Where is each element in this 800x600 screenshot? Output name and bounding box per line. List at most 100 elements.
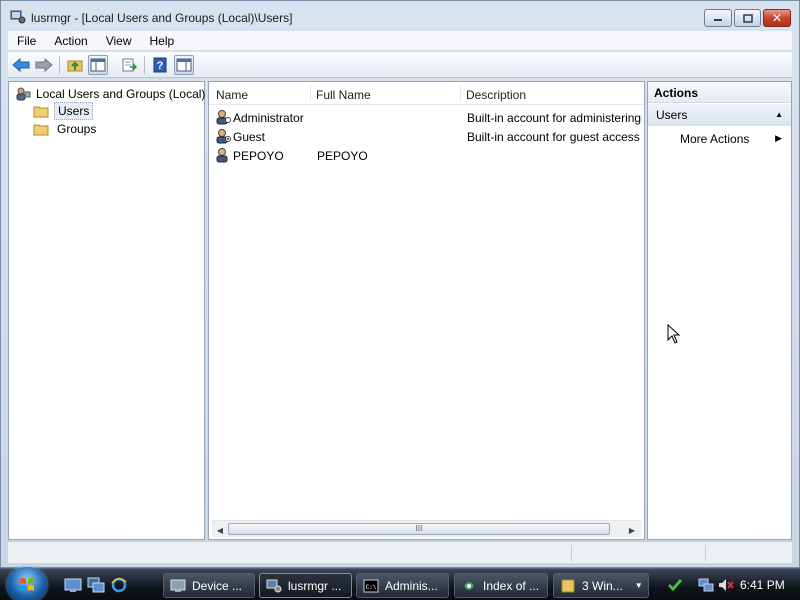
- action-pane-icon: [176, 58, 192, 72]
- column-headers: Name Full Name Description: [209, 82, 644, 105]
- cell-full-name: PEPOYO: [317, 149, 368, 163]
- column-divider[interactable]: [460, 85, 461, 101]
- switch-windows-icon[interactable]: [87, 577, 105, 593]
- network-icon[interactable]: [698, 577, 714, 593]
- horizontal-scrollbar[interactable]: ◀ III ▶: [212, 520, 641, 537]
- menu-help[interactable]: Help: [141, 32, 184, 50]
- computer-management-icon: [266, 579, 282, 592]
- table-row[interactable]: Guest Built-in account for guest access …: [213, 127, 643, 146]
- volume-muted-icon[interactable]: [718, 577, 734, 593]
- task-device-manager[interactable]: Device ...: [163, 573, 255, 598]
- console-tree: Local Users and Groups (Local) Users Gro…: [8, 81, 205, 540]
- status-divider: [571, 545, 572, 561]
- internet-explorer-icon[interactable]: [110, 577, 128, 593]
- browser-page-icon: [464, 581, 474, 590]
- task-button-label: 3 Win...: [582, 578, 623, 593]
- svg-text:C:\: C:\: [366, 584, 377, 591]
- close-button[interactable]: ✕: [763, 9, 791, 27]
- back-arrow-icon: [12, 58, 30, 72]
- tree-item-users[interactable]: Users: [33, 102, 94, 120]
- windows-logo-icon: [20, 578, 34, 591]
- show-hide-action-pane-button[interactable]: [174, 55, 194, 75]
- maximize-button[interactable]: [734, 9, 761, 27]
- more-actions-item[interactable]: More Actions ▶: [680, 132, 790, 150]
- forward-arrow-icon: [35, 58, 53, 72]
- actions-section-users[interactable]: Users ▲: [648, 104, 791, 126]
- export-list-button[interactable]: [119, 55, 139, 75]
- maximize-icon: [742, 13, 753, 23]
- column-header-description[interactable]: Description: [466, 88, 526, 102]
- task-button-label: Index of ...: [483, 578, 540, 593]
- tree-item-groups[interactable]: Groups: [33, 121, 99, 137]
- folder-icon: [33, 106, 49, 118]
- table-row[interactable]: Administrator Built-in account for admin…: [213, 108, 643, 127]
- task-button-label: Device ...: [192, 578, 243, 593]
- toolbar-separator: [144, 56, 145, 74]
- toolbar: ?: [8, 52, 792, 78]
- mouse-pointer-icon: [667, 324, 681, 344]
- computer-management-icon: [10, 10, 26, 24]
- command-prompt-icon: C:\: [363, 579, 379, 592]
- window-title: lusrmgr - [Local Users and Groups (Local…: [31, 11, 293, 25]
- minimize-button[interactable]: [704, 9, 732, 27]
- lusrmgr-window: lusrmgr - [Local Users and Groups (Local…: [0, 0, 800, 568]
- security-check-icon[interactable]: [667, 577, 683, 593]
- cell-name: Administrator: [233, 111, 304, 125]
- up-one-level-button[interactable]: [65, 55, 85, 75]
- help-button[interactable]: ?: [150, 55, 170, 75]
- results-list: Name Full Name Description Administrator…: [208, 81, 645, 540]
- user-account-icon: [216, 129, 231, 144]
- task-administrator-cmd[interactable]: C:\ Adminis...: [356, 573, 449, 598]
- tree-root-label: Local Users and Groups (Local): [36, 87, 206, 101]
- users-groups-icon: [16, 87, 31, 101]
- chevron-down-icon: ▼: [634, 581, 643, 590]
- cell-description: Built-in account for administering: [467, 111, 642, 125]
- column-header-name[interactable]: Name: [216, 88, 248, 102]
- svg-text:?: ?: [157, 60, 164, 72]
- tree-item-label: Groups: [57, 122, 97, 136]
- actions-pane: Actions Users ▲ More Actions ▶: [647, 81, 792, 540]
- task-button-label: lusrmgr ...: [288, 578, 342, 593]
- submenu-arrow-icon: ▶: [775, 133, 782, 143]
- title-bar[interactable]: lusrmgr - [Local Users and Groups (Local…: [1, 1, 799, 31]
- folder-up-icon: [67, 60, 83, 72]
- actions-header: Actions: [648, 82, 791, 103]
- status-bar: [8, 541, 792, 563]
- actions-section-label: Users: [656, 108, 688, 122]
- cell-name: PEPOYO: [233, 149, 284, 163]
- task-explorer-group[interactable]: 3 Win... ▼: [553, 573, 649, 598]
- menu-bar: File Action View Help: [8, 31, 792, 51]
- user-account-icon: [216, 148, 228, 163]
- folder-icon: [561, 579, 575, 592]
- menu-view[interactable]: View: [97, 32, 141, 50]
- column-header-full-name[interactable]: Full Name: [316, 88, 371, 102]
- tree-root[interactable]: Local Users and Groups (Local): [15, 86, 205, 102]
- menu-action[interactable]: Action: [45, 32, 96, 50]
- user-account-icon: [216, 110, 231, 125]
- start-button[interactable]: [7, 567, 47, 600]
- back-button[interactable]: [11, 55, 31, 75]
- column-divider[interactable]: [310, 85, 311, 101]
- tree-item-label: Users: [54, 102, 94, 120]
- forward-button[interactable]: [34, 55, 54, 75]
- more-actions-label: More Actions: [680, 132, 750, 146]
- clock[interactable]: 6:41 PM: [740, 578, 785, 592]
- scroll-left-icon[interactable]: ◀: [214, 524, 226, 536]
- device-manager-icon: [170, 579, 186, 592]
- folder-icon: [33, 124, 49, 136]
- export-list-icon: [122, 58, 137, 72]
- cell-name: Guest: [233, 130, 266, 144]
- show-desktop-icon[interactable]: [64, 577, 82, 593]
- status-divider: [705, 545, 706, 561]
- task-index-of[interactable]: Index of ...: [454, 573, 548, 598]
- menu-file[interactable]: File: [8, 32, 45, 50]
- scroll-thumb[interactable]: III: [228, 523, 610, 535]
- close-icon: ✕: [771, 11, 783, 25]
- collapse-up-icon[interactable]: ▲: [775, 110, 783, 119]
- toolbar-separator: [59, 56, 60, 74]
- task-lusrmgr[interactable]: lusrmgr ...: [259, 573, 352, 598]
- scroll-right-icon[interactable]: ▶: [626, 524, 638, 536]
- table-row[interactable]: PEPOYO PEPOYO: [213, 146, 643, 165]
- console-tree-icon: [90, 58, 106, 72]
- show-hide-console-tree-button[interactable]: [88, 55, 108, 75]
